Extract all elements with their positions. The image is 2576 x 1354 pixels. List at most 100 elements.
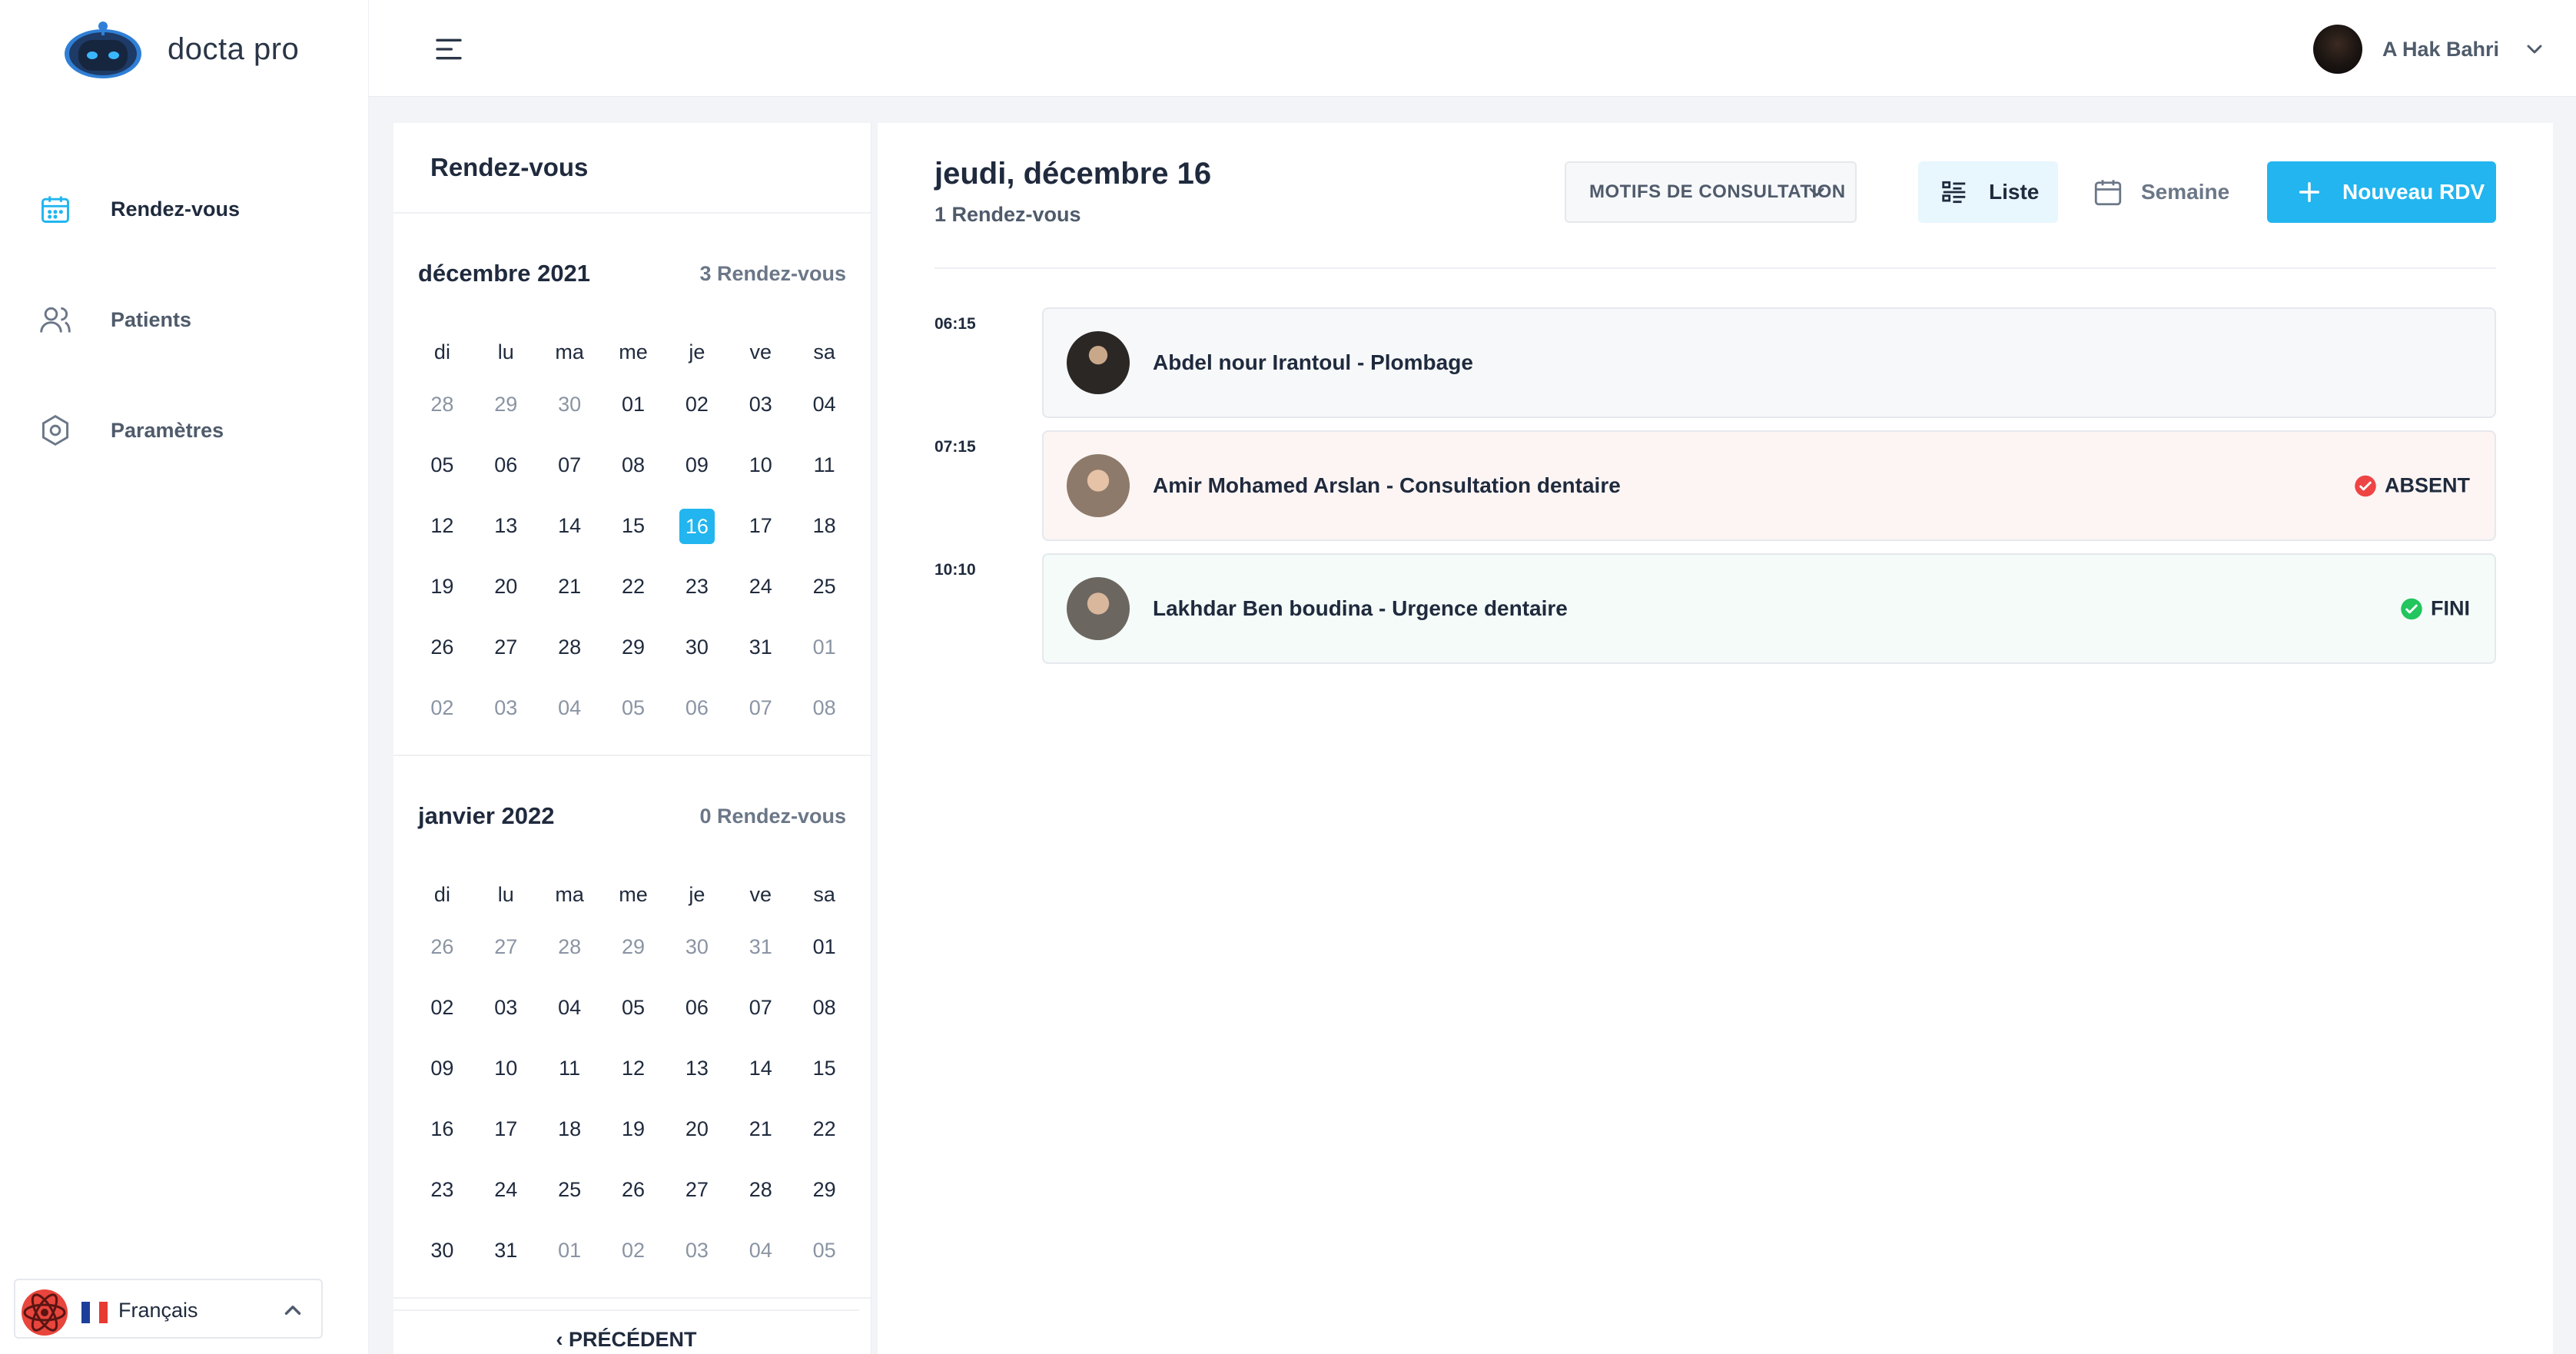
calendar-day[interactable]: 31: [729, 930, 792, 964]
calendar-day[interactable]: 23: [665, 569, 729, 603]
calendar-day[interactable]: 22: [602, 569, 666, 603]
calendar-day[interactable]: 08: [792, 691, 856, 725]
calendar-day-selected[interactable]: 16: [665, 508, 729, 544]
calendar-day[interactable]: 03: [474, 691, 538, 725]
calendar-day[interactable]: 27: [474, 630, 538, 664]
calendar-day[interactable]: 06: [474, 448, 538, 482]
calendar-day[interactable]: 09: [410, 1051, 474, 1085]
calendar-day[interactable]: 29: [602, 630, 666, 664]
calendar-day[interactable]: 29: [602, 930, 666, 964]
calendar-day[interactable]: 07: [729, 991, 792, 1024]
month-appointment-count: 0 Rendez-vous: [699, 804, 846, 828]
calendar-day[interactable]: 08: [792, 991, 856, 1024]
calendar-day[interactable]: 11: [538, 1051, 602, 1085]
previous-button[interactable]: ‹ PRÉCÉDENT: [393, 1309, 859, 1354]
week-view-button[interactable]: Semaine: [2092, 161, 2246, 223]
sidebar-item-rendez-vous[interactable]: Rendez-vous: [0, 154, 369, 264]
calendar-day[interactable]: 27: [665, 1173, 729, 1206]
calendar-day[interactable]: 25: [792, 569, 856, 603]
calendar-day[interactable]: 02: [410, 691, 474, 725]
calendar-day[interactable]: 30: [665, 930, 729, 964]
sidebar-item-patients[interactable]: Patients: [0, 264, 369, 375]
user-menu[interactable]: A Hak Bahri: [2312, 23, 2547, 75]
calendar-day[interactable]: 02: [602, 1233, 666, 1267]
calendar-day[interactable]: 10: [474, 1051, 538, 1085]
calendar-day[interactable]: 02: [410, 991, 474, 1024]
calendar-day[interactable]: 10: [729, 448, 792, 482]
calendar-day[interactable]: 30: [665, 630, 729, 664]
calendar-day[interactable]: 20: [474, 569, 538, 603]
calendar-day[interactable]: 29: [474, 387, 538, 421]
calendar-day[interactable]: 06: [665, 991, 729, 1024]
calendar-day[interactable]: 03: [729, 387, 792, 421]
calendar-day[interactable]: 05: [602, 991, 666, 1024]
calendar-day[interactable]: 03: [665, 1233, 729, 1267]
calendar-day[interactable]: 26: [410, 930, 474, 964]
calendar-day[interactable]: 07: [729, 691, 792, 725]
appointment-card[interactable]: Abdel nour Irantoul - Plombage: [1042, 307, 2496, 418]
calendar-day[interactable]: 12: [410, 509, 474, 543]
calendar-day[interactable]: 19: [602, 1112, 666, 1146]
calendar-day[interactable]: 05: [792, 1233, 856, 1267]
calendar-day[interactable]: 15: [602, 509, 666, 543]
calendar-day[interactable]: 09: [665, 448, 729, 482]
calendar-day[interactable]: 30: [410, 1233, 474, 1267]
calendar-day[interactable]: 17: [729, 509, 792, 543]
calendar-day[interactable]: 12: [602, 1051, 666, 1085]
calendar-day[interactable]: 27: [474, 930, 538, 964]
calendar-day[interactable]: 04: [538, 991, 602, 1024]
calendar-day[interactable]: 26: [410, 630, 474, 664]
calendar-day[interactable]: 14: [729, 1051, 792, 1085]
calendar-day[interactable]: 05: [602, 691, 666, 725]
calendar-day[interactable]: 31: [474, 1233, 538, 1267]
new-appointment-button[interactable]: Nouveau RDV: [2267, 161, 2496, 223]
calendar-day[interactable]: 18: [792, 509, 856, 543]
sidebar-item-parametres[interactable]: Paramètres: [0, 375, 369, 486]
calendar-day[interactable]: 11: [792, 448, 856, 482]
calendar-day[interactable]: 15: [792, 1051, 856, 1085]
calendar-day[interactable]: 01: [792, 630, 856, 664]
calendar-day[interactable]: 20: [665, 1112, 729, 1146]
calendar-day[interactable]: 24: [474, 1173, 538, 1206]
calendar-day[interactable]: 21: [729, 1112, 792, 1146]
calendar-day[interactable]: 28: [538, 630, 602, 664]
calendar-day[interactable]: 26: [602, 1173, 666, 1206]
calendar-day[interactable]: 17: [474, 1112, 538, 1146]
calendar-day[interactable]: 18: [538, 1112, 602, 1146]
calendar-day[interactable]: 04: [792, 387, 856, 421]
calendar-day[interactable]: 01: [792, 930, 856, 964]
list-view-button[interactable]: Liste: [1918, 161, 2058, 223]
calendar-day[interactable]: 22: [792, 1112, 856, 1146]
calendar-day[interactable]: 28: [729, 1173, 792, 1206]
calendar-day[interactable]: 28: [538, 930, 602, 964]
appointment-card[interactable]: Amir Mohamed Arslan - Consultation denta…: [1042, 430, 2496, 541]
calendar-day[interactable]: 04: [729, 1233, 792, 1267]
calendar-day[interactable]: 29: [792, 1173, 856, 1206]
appointment-card[interactable]: Lakhdar Ben boudina - Urgence dentaire F…: [1042, 553, 2496, 664]
calendar-day[interactable]: 16: [410, 1112, 474, 1146]
language-selector[interactable]: Français: [14, 1279, 323, 1339]
calendar-day[interactable]: 02: [665, 387, 729, 421]
calendar-day[interactable]: 21: [538, 569, 602, 603]
calendar-day[interactable]: 14: [538, 509, 602, 543]
calendar-day[interactable]: 19: [410, 569, 474, 603]
calendar-day[interactable]: 01: [538, 1233, 602, 1267]
calendar-day[interactable]: 07: [538, 448, 602, 482]
calendar-day[interactable]: 24: [729, 569, 792, 603]
calendar-day[interactable]: 05: [410, 448, 474, 482]
app-logo[interactable]: docta pro: [60, 18, 299, 80]
calendar-day[interactable]: 08: [602, 448, 666, 482]
calendar-day[interactable]: 06: [665, 691, 729, 725]
calendar-day[interactable]: 01: [602, 387, 666, 421]
calendar-day[interactable]: 23: [410, 1173, 474, 1206]
calendar-day[interactable]: 03: [474, 991, 538, 1024]
motifs-dropdown[interactable]: MOTIFS DE CONSULTATION: [1565, 161, 1857, 223]
calendar-day[interactable]: 13: [474, 509, 538, 543]
calendar-day[interactable]: 25: [538, 1173, 602, 1206]
calendar-day[interactable]: 28: [410, 387, 474, 421]
calendar-day[interactable]: 30: [538, 387, 602, 421]
hamburger-menu-icon[interactable]: [433, 34, 464, 65]
calendar-day[interactable]: 13: [665, 1051, 729, 1085]
calendar-day[interactable]: 31: [729, 630, 792, 664]
calendar-day[interactable]: 04: [538, 691, 602, 725]
